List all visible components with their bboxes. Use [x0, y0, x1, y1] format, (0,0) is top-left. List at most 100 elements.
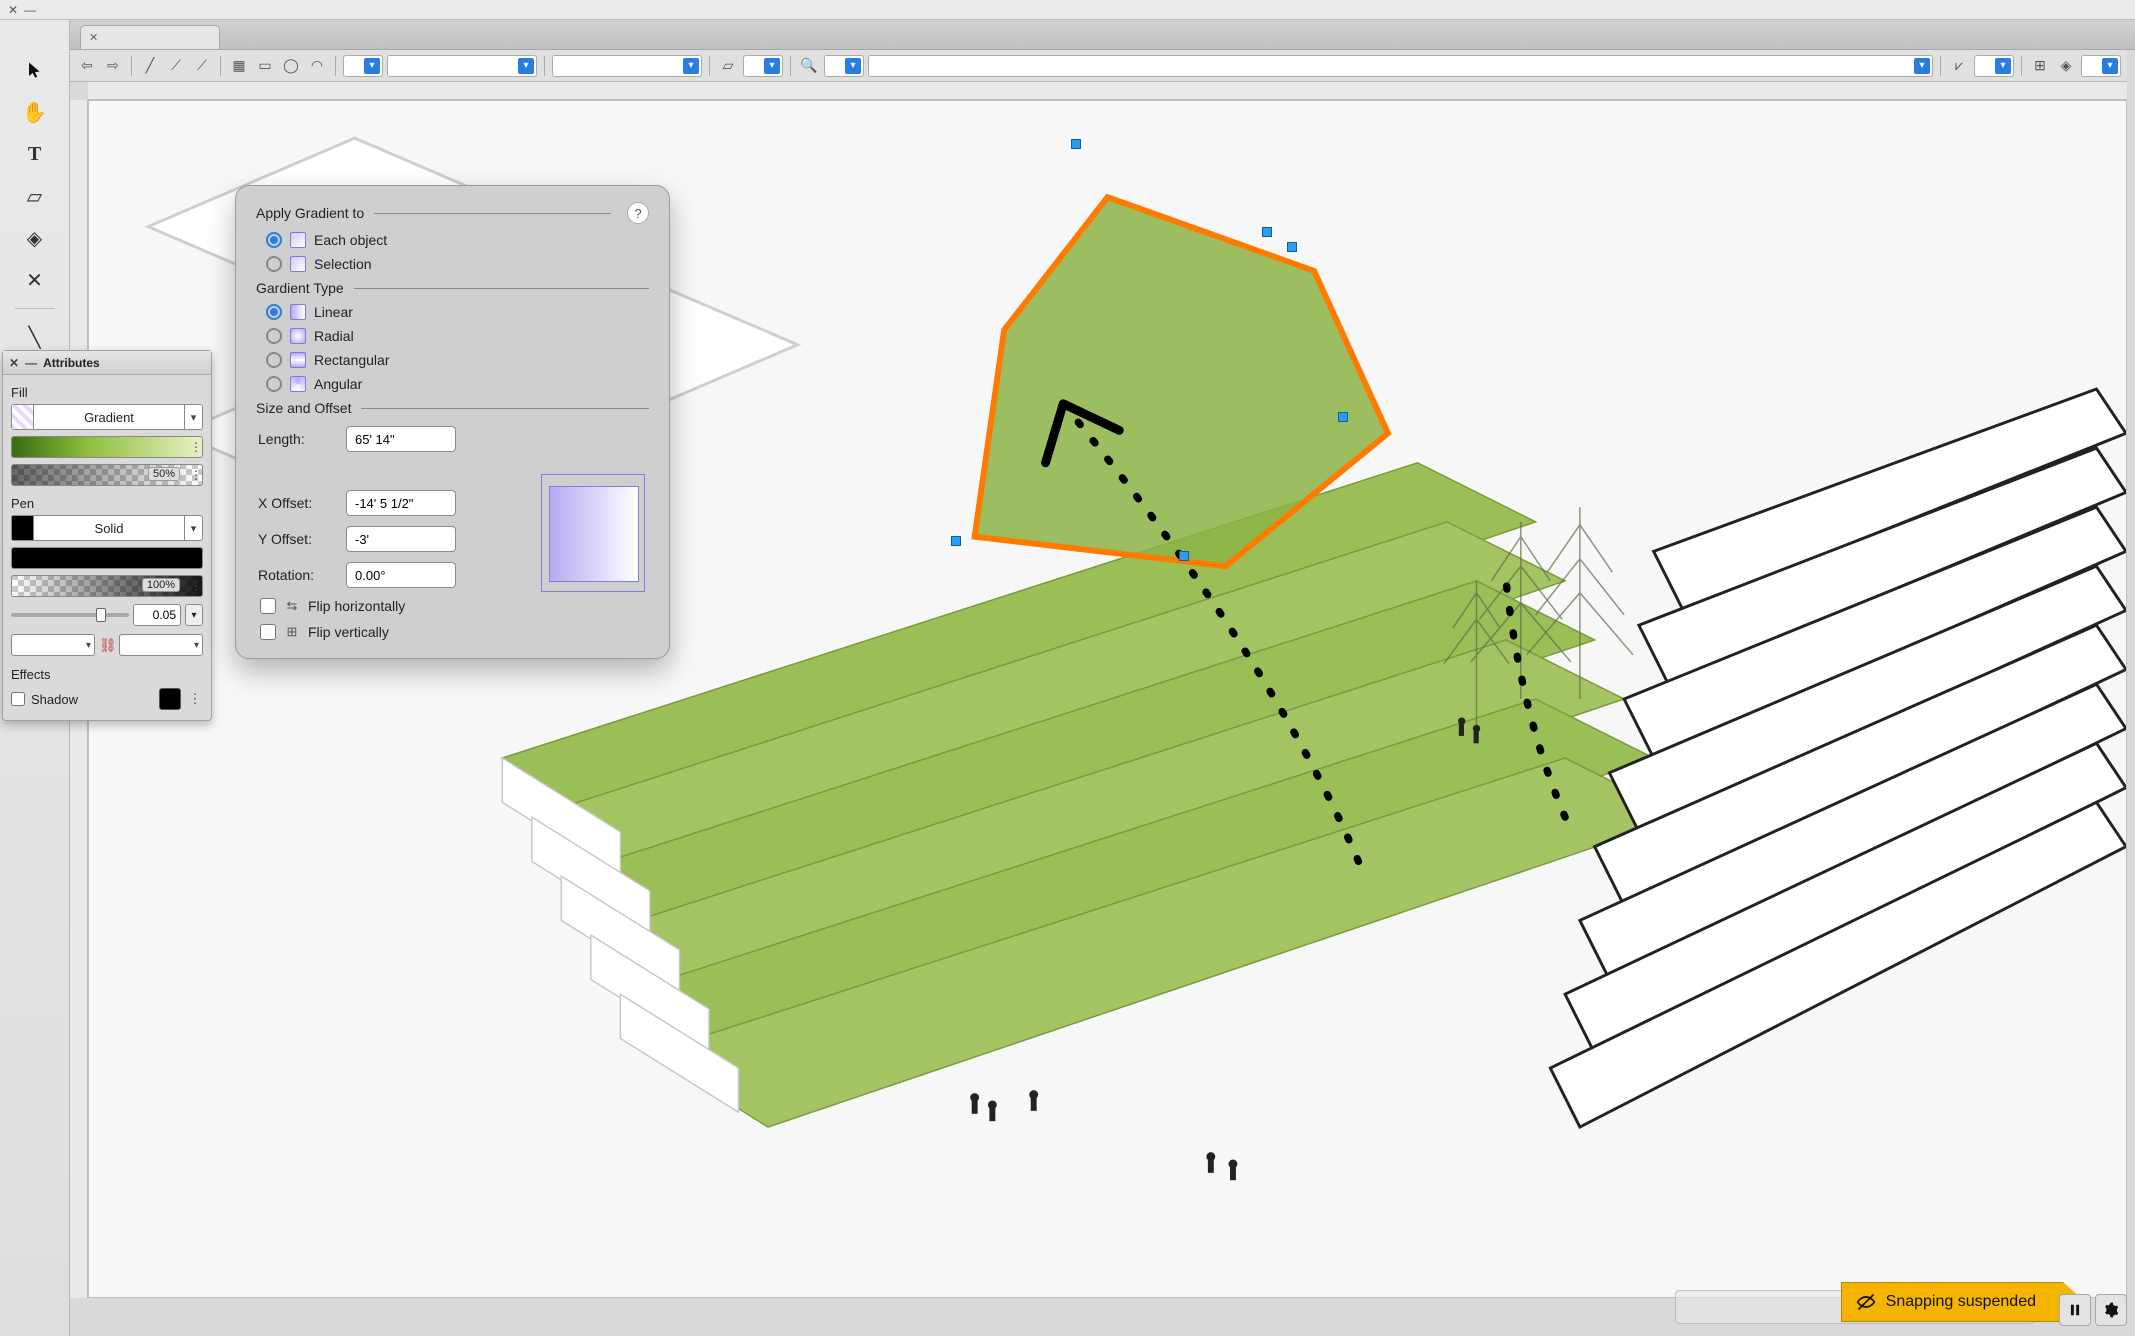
radio-off-icon — [266, 376, 282, 392]
attributes-palette[interactable]: ✕ — Attributes Fill Gradient ▾ ⋮ 50% ⋮ P… — [2, 350, 212, 721]
line-start-style[interactable] — [11, 634, 95, 656]
angular-icon — [290, 376, 306, 392]
linear-icon — [290, 304, 306, 320]
pause-button[interactable] — [2059, 1294, 2091, 1326]
shadow-color-swatch[interactable] — [159, 688, 181, 710]
search-icon[interactable]: 🔍 — [798, 55, 820, 77]
search-field[interactable]: ▾ — [868, 55, 1933, 77]
window-minimize-icon[interactable]: — — [24, 3, 36, 17]
angle-tool-icon[interactable]: ⩗ — [1948, 55, 1970, 77]
xoffset-input[interactable] — [346, 490, 456, 516]
apply-heading: Apply Gradient to ? — [256, 202, 649, 224]
link-icon[interactable]: ⛓ — [99, 637, 115, 654]
selection-handle[interactable] — [1262, 227, 1272, 237]
fill-mode-value: Gradient — [34, 410, 184, 425]
help-icon[interactable]: ? — [627, 202, 649, 224]
selection-handle[interactable] — [1071, 139, 1081, 149]
more-icon[interactable]: ⋮ — [188, 439, 204, 455]
yoffset-input[interactable] — [346, 526, 456, 552]
chevron-down-icon: ▾ — [1914, 58, 1930, 74]
chevron-down-icon[interactable]: ▾ — [185, 604, 203, 626]
apply-each-label: Each object — [314, 232, 387, 248]
selection-handle[interactable] — [951, 536, 961, 546]
stack-tool-icon[interactable]: ◈ — [21, 224, 49, 252]
page-dropdown[interactable]: ▾ — [743, 55, 783, 77]
fill-opacity-bar[interactable]: 50% ⋮ — [11, 464, 203, 486]
type-rect-row[interactable]: Rectangular — [266, 352, 649, 368]
attributes-titlebar[interactable]: ✕ — Attributes — [3, 351, 211, 375]
snapping-off-icon — [1856, 1292, 1876, 1312]
style-dropdown-1[interactable]: ▾ — [343, 55, 383, 77]
line-alt2-icon[interactable]: ⟋ — [191, 55, 213, 77]
tab-close-icon[interactable]: ✕ — [89, 31, 98, 44]
selection-handle[interactable] — [1338, 412, 1348, 422]
more-icon[interactable]: ⋮ — [188, 578, 204, 594]
text-tool-icon[interactable]: T — [21, 140, 49, 168]
grid-icon[interactable]: ⊞ — [2029, 55, 2051, 77]
ellipse-tool-icon[interactable]: ◯ — [280, 55, 302, 77]
pen-weight-slider[interactable] — [11, 613, 129, 617]
line-end-style[interactable] — [119, 634, 203, 656]
length-input[interactable] — [346, 426, 456, 452]
more-icon[interactable]: ⋮ — [187, 691, 203, 707]
document-tab[interactable]: ✕ — [80, 25, 220, 49]
line-draw-icon[interactable]: ╲ — [21, 323, 49, 351]
pen-mode-combo[interactable]: Solid ▾ — [11, 515, 203, 541]
chevron-down-icon: ▾ — [184, 405, 202, 429]
pan-tool-icon[interactable]: ✋ — [21, 98, 49, 126]
chevron-down-icon: ▾ — [184, 516, 202, 540]
more-icon[interactable]: ⋮ — [188, 467, 204, 483]
fill-gradient-bar[interactable]: ⋮ — [11, 436, 203, 458]
line-alt-icon[interactable]: ⟋ — [165, 55, 187, 77]
size-heading: Size and Offset — [256, 400, 649, 416]
settings-button[interactable] — [2095, 1294, 2127, 1326]
delete-tool-icon[interactable]: ✕ — [21, 266, 49, 294]
top-toolbar: ⇦ ⇨ ╱ ⟋ ⟋ ▦ ▭ ◯ ◠ ▾ ▾ ▾ ▱ ▾ 🔍 ▾ ▾ ⩗ ▾ ⊞ … — [70, 50, 2127, 82]
rect-icon — [290, 352, 306, 368]
pen-weight-input[interactable] — [133, 604, 181, 626]
shadow-label: Shadow — [31, 692, 78, 707]
fill-swatch-icon[interactable]: ▦ — [228, 55, 250, 77]
checkbox-icon — [260, 624, 276, 640]
palette-close-icon[interactable]: ✕ — [9, 356, 19, 370]
angle-dropdown[interactable]: ▾ — [1974, 55, 2014, 77]
shape-tool-icon[interactable]: ▱ — [21, 182, 49, 210]
page-icon[interactable]: ▱ — [717, 55, 739, 77]
search-scope-dropdown[interactable]: ▾ — [824, 55, 864, 77]
line-tool-icon[interactable]: ╱ — [139, 55, 161, 77]
chevron-down-icon: ▾ — [2102, 58, 2118, 74]
layer-dropdown[interactable]: ▾ — [552, 55, 702, 77]
flip-h-row[interactable]: ⇆ Flip horizontally — [260, 598, 649, 614]
apply-selection-row[interactable]: Selection — [266, 256, 649, 272]
type-radial-row[interactable]: Radial — [266, 328, 649, 344]
layers-icon[interactable]: ◈ — [2055, 55, 2077, 77]
apply-each-row[interactable]: Each object — [266, 232, 649, 248]
window-close-icon[interactable]: ✕ — [8, 3, 18, 17]
type-angular-row[interactable]: Angular — [266, 376, 649, 392]
palette-minimize-icon[interactable]: — — [25, 356, 37, 370]
shadow-checkbox[interactable] — [11, 692, 25, 706]
rect-tool-icon[interactable]: ▭ — [254, 55, 276, 77]
type-linear-row[interactable]: Linear — [266, 304, 649, 320]
radio-off-icon — [266, 328, 282, 344]
flip-horizontal-icon: ⇆ — [284, 598, 300, 614]
checkbox-icon — [260, 598, 276, 614]
pen-color-bar[interactable] — [11, 547, 203, 569]
selection-handle[interactable] — [1287, 242, 1297, 252]
style-dropdown-2[interactable]: ▾ — [387, 55, 537, 77]
rotation-input[interactable] — [346, 562, 456, 588]
selection-tool-icon[interactable] — [21, 56, 49, 84]
pen-opacity-bar[interactable]: 100% ⋮ — [11, 575, 203, 597]
palette-title: Attributes — [43, 356, 100, 370]
pen-swatch-icon — [12, 516, 34, 540]
each-object-icon — [290, 232, 306, 248]
fill-mode-combo[interactable]: Gradient ▾ — [11, 404, 203, 430]
selection-handle[interactable] — [1179, 551, 1189, 561]
view-dropdown[interactable]: ▾ — [2081, 55, 2121, 77]
lasso-tool-icon[interactable]: ◠ — [306, 55, 328, 77]
nav-fwd-icon[interactable]: ⇨ — [102, 55, 124, 77]
flip-v-row[interactable]: ⊞ Flip vertically — [260, 624, 649, 640]
gradient-popover[interactable]: Apply Gradient to ? Each object Selectio… — [235, 185, 670, 659]
nav-back-icon[interactable]: ⇦ — [76, 55, 98, 77]
apply-selection-label: Selection — [314, 256, 372, 272]
